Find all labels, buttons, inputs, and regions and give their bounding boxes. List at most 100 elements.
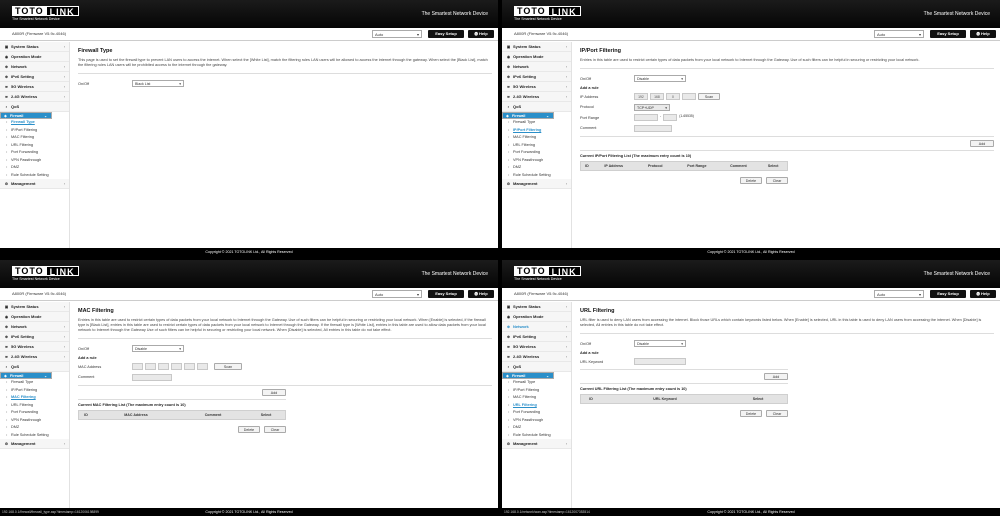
menu-firewall[interactable]: ◈ Firewall ⌄	[0, 112, 52, 119]
delete-button[interactable]: Delete	[740, 176, 762, 184]
menu-qos[interactable]: ◐ QoS	[0, 362, 69, 372]
easy-setup-button[interactable]: Easy Setup	[428, 290, 464, 298]
menu-5g-wireless[interactable]: ≋ 5G Wireless ›	[0, 342, 69, 352]
submenu-mac-filtering[interactable]: MAC Filtering	[0, 134, 69, 142]
add-button[interactable]: Add	[262, 388, 286, 396]
menu-5g-wireless[interactable]: ≋ 5G Wireless ›	[502, 82, 571, 92]
ip-octet-3[interactable]: 0	[666, 93, 680, 100]
clear-button[interactable]: Clear	[264, 425, 286, 433]
help-button[interactable]: ⓿ Help	[468, 30, 494, 38]
submenu-firewall-type[interactable]: Firewall Type	[502, 379, 571, 387]
submenu-rule-schedule[interactable]: Rule Schedule Setting	[0, 172, 69, 180]
menu-5g-wireless[interactable]: ≋ 5G Wireless ›	[0, 82, 69, 92]
submenu-rule-schedule[interactable]: Rule Schedule Setting	[502, 432, 571, 440]
menu-management[interactable]: ⚙ Management ›	[502, 439, 571, 449]
ip-octet-4[interactable]	[682, 93, 696, 100]
submenu-url-filtering[interactable]: URL Filtering	[502, 142, 571, 150]
submenu-rule-schedule[interactable]: Rule Schedule Setting	[502, 172, 571, 180]
submenu-port-forwarding[interactable]: Port Forwarding	[0, 409, 69, 417]
submenu-dmz[interactable]: DMZ	[0, 424, 69, 432]
port-end-input[interactable]	[663, 114, 678, 121]
comment-input[interactable]	[634, 124, 672, 132]
submenu-port-forwarding[interactable]: Port Forwarding	[502, 149, 571, 157]
language-select[interactable]: Auto ▾	[874, 30, 924, 38]
scan-button[interactable]: Scan	[698, 93, 720, 100]
comment-input[interactable]	[132, 373, 172, 381]
menu-network[interactable]: ⊕ Network ›	[502, 62, 571, 72]
menu-system-status[interactable]: ▣ System Status ›	[0, 302, 69, 312]
help-button[interactable]: ⓿ Help	[970, 30, 996, 38]
language-select[interactable]: Auto ▾	[874, 290, 924, 298]
scan-button[interactable]: Scan	[214, 363, 242, 370]
menu-firewall[interactable]: ◈ Firewall ⌄	[502, 372, 554, 379]
submenu-dmz[interactable]: DMZ	[502, 164, 571, 172]
menu-24g-wireless[interactable]: ≋ 2.4G Wireless ›	[502, 352, 571, 362]
language-select[interactable]: Auto ▾	[372, 290, 422, 298]
ip-octet-2[interactable]: 168	[650, 93, 664, 100]
add-button[interactable]: Add	[970, 139, 994, 147]
menu-management[interactable]: ⚙ Management ›	[0, 179, 69, 189]
easy-setup-button[interactable]: Easy Setup	[930, 290, 966, 298]
submenu-mac-filtering[interactable]: MAC Filtering	[0, 394, 69, 402]
menu-operation-mode[interactable]: ◉ Operation Mode	[502, 52, 571, 62]
menu-network[interactable]: ⊕ Network ›	[0, 322, 69, 332]
menu-operation-mode[interactable]: ◉ Operation Mode	[502, 312, 571, 322]
protocol-select[interactable]: TCP+UDP ▾	[634, 103, 670, 111]
url-keyword-input[interactable]	[634, 358, 686, 365]
add-button[interactable]: Add	[764, 373, 788, 380]
menu-24g-wireless[interactable]: ≋ 2.4G Wireless ›	[0, 352, 69, 362]
menu-operation-mode[interactable]: ◉ Operation Mode	[0, 52, 69, 62]
menu-management[interactable]: ⚙ Management ›	[0, 439, 69, 449]
menu-management[interactable]: ⚙ Management ›	[502, 179, 571, 189]
submenu-url-filtering[interactable]: URL Filtering	[0, 402, 69, 410]
ip-octet-1[interactable]: 192	[634, 93, 648, 100]
delete-button[interactable]: Delete	[238, 425, 260, 433]
onoff-select[interactable]: Disable ▾	[634, 75, 686, 82]
menu-firewall[interactable]: ◈ Firewall ⌄	[0, 372, 52, 379]
clear-button[interactable]: Clear	[766, 176, 788, 184]
submenu-vpn-passthrough[interactable]: VPN Passthrough	[502, 417, 571, 425]
menu-ipv6[interactable]: ⊕ IPv6 Setting ›	[0, 72, 69, 82]
mac-octet-6[interactable]	[197, 363, 208, 370]
mac-octet-4[interactable]	[171, 363, 182, 370]
submenu-ip-port-filtering[interactable]: IP/Port Filtering	[0, 387, 69, 395]
menu-qos[interactable]: ◐ QoS	[502, 102, 571, 112]
submenu-mac-filtering[interactable]: MAC Filtering	[502, 394, 571, 402]
submenu-ip-port-filtering[interactable]: IP/Port Filtering	[502, 127, 571, 135]
submenu-firewall-type[interactable]: Firewall Type	[0, 119, 69, 127]
menu-system-status[interactable]: ▣ System Status ›	[502, 42, 571, 52]
submenu-vpn-passthrough[interactable]: VPN Passthrough	[502, 157, 571, 165]
submenu-firewall-type[interactable]: Firewall Type	[502, 119, 571, 127]
menu-system-status[interactable]: ▣ System Status ›	[502, 302, 571, 312]
language-select[interactable]: Auto ▾	[372, 30, 422, 38]
menu-qos[interactable]: ◐ QoS	[0, 102, 69, 112]
menu-network[interactable]: ⊕ Network ›	[0, 62, 69, 72]
submenu-url-filtering[interactable]: URL Filtering	[0, 142, 69, 150]
menu-network[interactable]: ⊕ Network ›	[502, 322, 571, 332]
menu-5g-wireless[interactable]: ≋ 5G Wireless ›	[502, 342, 571, 352]
onoff-select[interactable]: Disable ▾	[132, 345, 184, 352]
mac-octet-2[interactable]	[145, 363, 156, 370]
submenu-rule-schedule[interactable]: Rule Schedule Setting	[0, 432, 69, 440]
mac-octet-5[interactable]	[184, 363, 195, 370]
help-button[interactable]: ⓿ Help	[970, 290, 996, 298]
menu-qos[interactable]: ◐ QoS	[502, 362, 571, 372]
clear-button[interactable]: Clear	[766, 410, 788, 417]
menu-system-status[interactable]: ▣ System Status ›	[0, 42, 69, 52]
easy-setup-button[interactable]: Easy Setup	[428, 30, 464, 38]
menu-ipv6[interactable]: ⊕ IPv6 Setting ›	[0, 332, 69, 342]
submenu-port-forwarding[interactable]: Port Forwarding	[0, 149, 69, 157]
menu-24g-wireless[interactable]: ≋ 2.4G Wireless ›	[0, 92, 69, 102]
submenu-firewall-type[interactable]: Firewall Type	[0, 379, 69, 387]
submenu-ip-port-filtering[interactable]: IP/Port Filtering	[502, 387, 571, 395]
submenu-vpn-passthrough[interactable]: VPN Passthrough	[0, 417, 69, 425]
submenu-dmz[interactable]: DMZ	[0, 164, 69, 172]
onoff-select[interactable]: Disable ▾	[634, 340, 686, 347]
menu-firewall[interactable]: ◈ Firewall ⌄	[502, 112, 554, 119]
delete-button[interactable]: Delete	[740, 410, 762, 417]
firewall-type-select[interactable]: Black List ▾	[132, 80, 184, 87]
submenu-url-filtering[interactable]: URL Filtering	[502, 402, 571, 410]
menu-ipv6[interactable]: ⊕ IPv6 Setting ›	[502, 72, 571, 82]
submenu-ip-port-filtering[interactable]: IP/Port Filtering	[0, 127, 69, 135]
submenu-port-forwarding[interactable]: Port Forwarding	[502, 409, 571, 417]
